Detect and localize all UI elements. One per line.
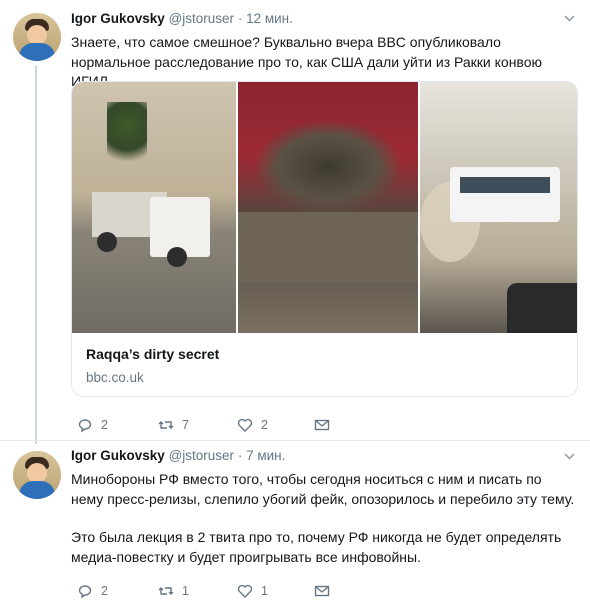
card-image (72, 82, 236, 333)
card-domain: bbc.co.uk (86, 370, 144, 385)
tweet[interactable]: Igor Gukovsky @jstoruser · 12 мин. Знает… (0, 0, 590, 440)
heart-icon (237, 418, 253, 432)
reply-icon (78, 585, 92, 599)
retweet-count: 1 (182, 584, 189, 598)
retweet-icon (158, 421, 174, 429)
timestamp[interactable]: 12 мин. (246, 11, 293, 26)
retweet-icon (158, 587, 174, 595)
retweet-button[interactable]: 1 (158, 583, 189, 599)
avatar[interactable] (13, 13, 61, 61)
tweet-paragraph: Это была лекция в 2 твита про то, почему… (71, 529, 562, 565)
user-name[interactable]: Igor Gukovsky (71, 11, 165, 26)
tweet-header: Igor Gukovsky @jstoruser · 7 мин. (71, 448, 285, 463)
reply-button[interactable]: 2 (77, 583, 108, 599)
like-button[interactable]: 1 (237, 583, 268, 599)
tweet-paragraph: Минобороны РФ вместо того, чтобы сегодня… (71, 471, 575, 507)
separator: · (237, 448, 243, 463)
retweet-count: 7 (182, 418, 189, 432)
user-name[interactable]: Igor Gukovsky (71, 448, 165, 463)
card-image (238, 82, 418, 333)
avatar[interactable] (13, 451, 61, 499)
separator: · (237, 11, 243, 26)
dm-button[interactable] (314, 583, 338, 599)
heart-icon (237, 584, 253, 598)
user-handle[interactable]: @jstoruser (169, 11, 234, 26)
card-image (420, 82, 577, 333)
reply-button[interactable]: 2 (77, 417, 108, 433)
like-count: 1 (261, 584, 268, 598)
card-title[interactable]: Raqqa’s dirty secret (86, 346, 219, 362)
timestamp[interactable]: 7 мин. (246, 448, 285, 463)
like-count: 2 (261, 418, 268, 432)
link-card[interactable]: Raqqa’s dirty secret bbc.co.uk (71, 81, 578, 397)
tweet-text: Минобороны РФ вместо того, чтобы сегодня… (71, 470, 576, 586)
envelope-icon (314, 419, 330, 431)
user-handle[interactable]: @jstoruser (169, 448, 234, 463)
like-button[interactable]: 2 (237, 417, 268, 433)
chevron-down-icon[interactable] (564, 451, 575, 461)
reply-count: 2 (101, 418, 108, 432)
tweet-header: Igor Gukovsky @jstoruser · 12 мин. (71, 11, 293, 26)
tweet[interactable]: Igor Gukovsky @jstoruser · 7 мин. Минобо… (0, 440, 590, 604)
dm-button[interactable] (314, 417, 338, 433)
reply-count: 2 (101, 584, 108, 598)
reply-icon (78, 419, 92, 433)
envelope-icon (314, 585, 330, 597)
retweet-button[interactable]: 7 (158, 417, 189, 433)
chevron-down-icon[interactable] (564, 13, 575, 23)
